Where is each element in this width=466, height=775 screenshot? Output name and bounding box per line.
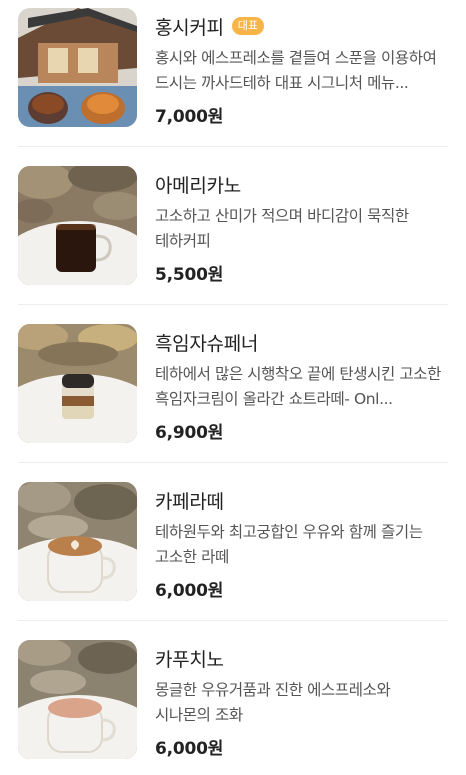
menu-item-info: 흑임자슈페너 테하에서 많은 시행착오 끝에 탄생시킨 고소한 흑임자크림이 올… [155,328,448,444]
menu-item-description: 홍시와 에스프레소를 곁들여 스푼을 이용하여 드시는 까사드테하 대표 시그니… [155,49,437,92]
hongsi-coffee-photo [18,8,137,127]
menu-item-photo[interactable] [18,640,137,759]
name-row: 흑임자슈페너 [155,328,448,356]
menu-item-description: 테하원두와 최고궁합인 우유와 함께 즐기는 고소한 라떼 [155,523,423,566]
menu-item-description: 몽글한 우유거품과 진한 에스프레소와 시나몬의 조화 [155,681,391,724]
menu-item-description: 테하에서 많은 시행착오 끝에 탄생시킨 고소한 흑임자크림이 올라간 쇼트라떼… [155,365,441,408]
menu-item-name: 홍시커피 [155,16,224,39]
divider [18,620,448,621]
signature-badge: 대표 [231,17,264,35]
menu-item-photo[interactable] [18,482,137,601]
cafe-latte-photo [18,482,137,601]
menu-item-photo[interactable] [18,8,137,127]
divider [18,462,448,463]
menu-item-photo[interactable] [18,166,137,285]
menu-item[interactable]: 카페라떼 테하원두와 최고궁합인 우유와 함께 즐기는 고소한 라떼 6,000… [0,474,466,632]
name-row: 카푸치노 [155,644,448,672]
divider [18,146,448,147]
menu-item-price: 6,000원 [155,581,224,601]
menu-item-price: 7,000원 [155,107,224,127]
menu-item-price: 6,000원 [155,739,224,759]
name-row: 홍시커피 대표 [155,12,448,40]
menu-item[interactable]: 흑임자슈페너 테하에서 많은 시행착오 끝에 탄생시킨 고소한 흑임자크림이 올… [0,316,466,474]
menu-item-info: 아메리카노 고소하고 산미가 적으며 바디감이 묵직한 테하커피 5,500원 [155,170,448,286]
americano-photo [18,166,137,285]
menu-item-description: 고소하고 산미가 적으며 바디감이 묵직한 테하커피 [155,207,409,250]
name-row: 카페라떼 [155,486,448,514]
divider [18,304,448,305]
menu-item[interactable]: 카푸치노 몽글한 우유거품과 진한 에스프레소와 시나몬의 조화 6,000원 [0,632,466,775]
name-row: 아메리카노 [155,170,448,198]
black-sesame-einspanner-photo [18,324,137,443]
menu-item-name: 카푸치노 [155,648,224,671]
menu-item-photo[interactable] [18,324,137,443]
menu-item[interactable]: 홍시커피 대표 홍시와 에스프레소를 곁들여 스푼을 이용하여 드시는 까사드테… [0,0,466,158]
cappuccino-photo [18,640,137,759]
menu-item-name: 카페라떼 [155,490,224,513]
menu-item-info: 홍시커피 대표 홍시와 에스프레소를 곁들여 스푼을 이용하여 드시는 까사드테… [155,12,448,128]
menu-list: 홍시커피 대표 홍시와 에스프레소를 곁들여 스푼을 이용하여 드시는 까사드테… [0,0,466,775]
menu-item-info: 카푸치노 몽글한 우유거품과 진한 에스프레소와 시나몬의 조화 6,000원 [155,644,448,760]
menu-item-info: 카페라떼 테하원두와 최고궁합인 우유와 함께 즐기는 고소한 라떼 6,000… [155,486,448,602]
menu-item-price: 5,500원 [155,265,224,285]
menu-item-price: 6,900원 [155,423,224,443]
menu-item-name: 흑임자슈페너 [155,332,259,355]
menu-item[interactable]: 아메리카노 고소하고 산미가 적으며 바디감이 묵직한 테하커피 5,500원 [0,158,466,316]
menu-item-name: 아메리카노 [155,174,241,197]
